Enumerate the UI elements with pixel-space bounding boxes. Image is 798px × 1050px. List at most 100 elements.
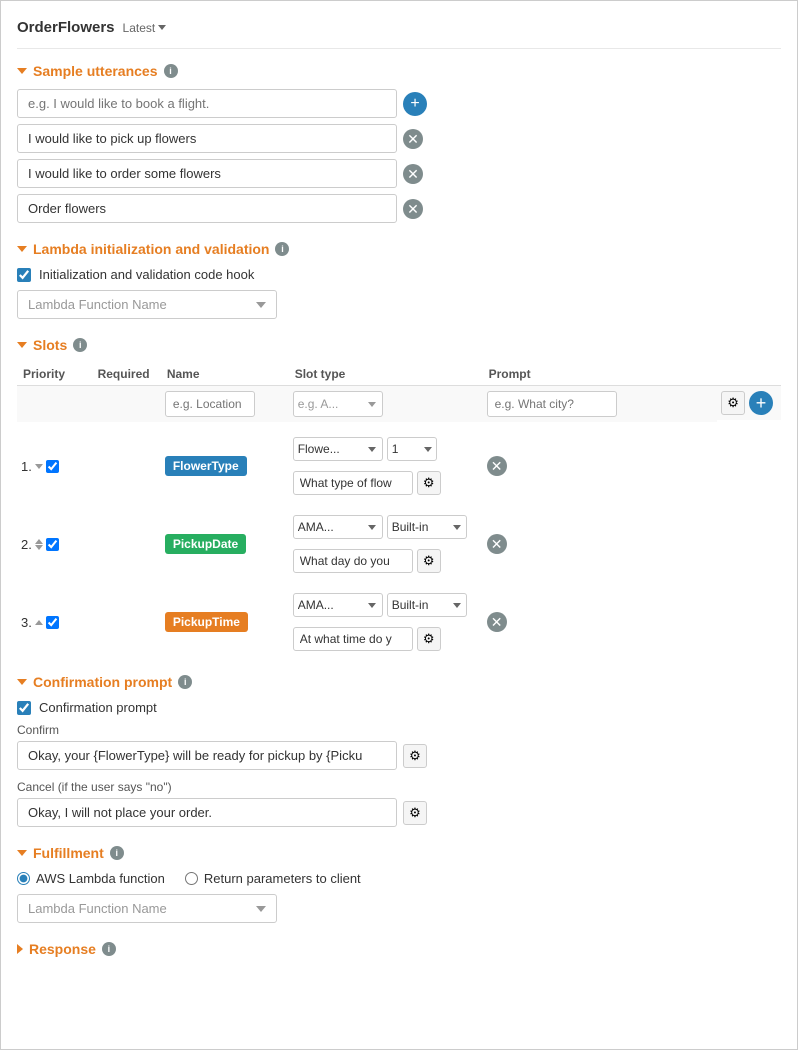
sample-utterances-toggle[interactable]: [17, 68, 27, 74]
new-slot-name-input[interactable]: [165, 391, 255, 417]
confirm-gear-button[interactable]: ⚙: [403, 744, 427, 768]
confirmation-checkbox-row: Confirmation prompt: [17, 700, 781, 715]
confirmation-checkbox-label: Confirmation prompt: [39, 700, 157, 715]
slots-header: Slots i: [17, 337, 781, 353]
lambda-radio[interactable]: [17, 872, 30, 885]
lambda-radio-option[interactable]: AWS Lambda function: [17, 871, 165, 886]
remove-utterance-3-button[interactable]: ✕: [403, 199, 423, 219]
pickuptime-up-arrow[interactable]: [35, 620, 43, 625]
slot-row-flowertype: 1. FlowerType Flowe...: [17, 432, 781, 500]
flowertype-type-select[interactable]: Flowe...: [293, 437, 383, 461]
utterance-input-2[interactable]: [17, 159, 397, 188]
confirmation-header: Confirmation prompt i: [17, 674, 781, 690]
slot-row-pickuptime: 3. PickupTime AMA...: [17, 588, 781, 656]
col-name-header: Name: [161, 363, 289, 386]
pickuptime-type-select[interactable]: AMA...: [293, 593, 383, 617]
fulfillment-toggle-icon: [17, 850, 27, 856]
lambda-checkbox[interactable]: [17, 268, 31, 282]
fulfillment-toggle[interactable]: [17, 850, 27, 856]
flowertype-gear-button[interactable]: ⚙: [417, 471, 441, 495]
sample-utterances-info-icon[interactable]: i: [164, 64, 178, 78]
page-title: OrderFlowers: [17, 19, 115, 36]
pickuptime-prompt-input[interactable]: [293, 627, 413, 651]
lambda-function-select[interactable]: Lambda Function Name: [17, 290, 277, 319]
return-radio-option[interactable]: Return parameters to client: [185, 871, 361, 886]
remove-utterance-1-button[interactable]: ✕: [403, 129, 423, 149]
pickuptime-gear-button[interactable]: ⚙: [417, 627, 441, 651]
slots-toggle[interactable]: [17, 342, 27, 348]
new-slot-type-select[interactable]: e.g. A...: [293, 391, 383, 417]
slots-section: Slots i Priority Required Name Slot type…: [17, 337, 781, 656]
new-slot-gear-button[interactable]: ⚙: [721, 391, 745, 415]
new-utterance-row: +: [17, 89, 781, 118]
new-utterance-input[interactable]: [17, 89, 397, 118]
lambda-radio-label: AWS Lambda function: [36, 871, 165, 886]
col-slottype-header: Slot type: [289, 363, 483, 386]
confirm-input-row: ⚙: [17, 741, 781, 770]
lambda-toggle[interactable]: [17, 246, 27, 252]
fulfillment-header: Fulfillment i: [17, 845, 781, 861]
fulfillment-info-icon[interactable]: i: [110, 846, 124, 860]
col-actions-header: [717, 363, 781, 386]
add-utterance-button[interactable]: +: [403, 92, 427, 116]
pickupdate-down-arrow[interactable]: [35, 545, 43, 550]
flowertype-version-select[interactable]: 1: [387, 437, 437, 461]
response-info-icon[interactable]: i: [102, 942, 116, 956]
version-badge[interactable]: Latest: [123, 21, 167, 35]
lambda-header: Lambda initialization and validation i: [17, 241, 781, 257]
utterance-input-1[interactable]: [17, 124, 397, 153]
remove-flowertype-button[interactable]: ✕: [487, 456, 507, 476]
pickuptime-version-select[interactable]: Built-in: [387, 593, 467, 617]
return-radio-label: Return parameters to client: [204, 871, 361, 886]
flowertype-down-arrow[interactable]: [35, 464, 43, 469]
response-toggle-icon: [17, 944, 23, 954]
sample-utterances-header: Sample utterances i: [17, 63, 781, 79]
return-radio[interactable]: [185, 872, 198, 885]
response-toggle[interactable]: [17, 944, 23, 954]
pickupdate-priority-controls: 2.: [21, 537, 88, 552]
remove-utterance-2-button[interactable]: ✕: [403, 164, 423, 184]
cancel-input-row: ⚙: [17, 798, 781, 827]
flowertype-prompt-input[interactable]: [293, 471, 413, 495]
confirmation-info-icon[interactable]: i: [178, 675, 192, 689]
lambda-info-icon[interactable]: i: [275, 242, 289, 256]
remove-pickupdate-button[interactable]: ✕: [487, 534, 507, 554]
confirmation-section: Confirmation prompt i Confirmation promp…: [17, 674, 781, 827]
flowertype-priority-controls: 1.: [21, 459, 88, 474]
slots-info-icon[interactable]: i: [73, 338, 87, 352]
page-header: OrderFlowers Latest: [17, 11, 781, 49]
add-slot-button[interactable]: +: [749, 391, 773, 415]
pickupdate-required-checkbox[interactable]: [46, 538, 59, 551]
fulfillment-section: Fulfillment i AWS Lambda function Return…: [17, 845, 781, 923]
pickupdate-gear-button[interactable]: ⚙: [417, 549, 441, 573]
flowertype-required-checkbox[interactable]: [46, 460, 59, 473]
flowertype-priority-num: 1.: [21, 459, 32, 474]
confirmation-toggle[interactable]: [17, 679, 27, 685]
utterance-item-3: ✕: [17, 194, 781, 223]
confirm-text-input[interactable]: [17, 741, 397, 770]
lambda-checkbox-row: Initialization and validation code hook: [17, 267, 781, 282]
confirm-label: Confirm: [17, 723, 781, 737]
confirmation-checkbox[interactable]: [17, 701, 31, 715]
fulfillment-function-select[interactable]: Lambda Function Name: [17, 894, 277, 923]
pickuptime-sort-arrows: [35, 620, 43, 625]
new-slot-prompt-input[interactable]: [487, 391, 617, 417]
cancel-text-input[interactable]: [17, 798, 397, 827]
pickupdate-type-select[interactable]: AMA...: [293, 515, 383, 539]
pickupdate-prompt-input[interactable]: [293, 549, 413, 573]
utterance-input-3[interactable]: [17, 194, 397, 223]
pickuptime-priority-controls: 3.: [21, 615, 88, 630]
slots-toggle-icon: [17, 342, 27, 348]
utterance-item-2: ✕: [17, 159, 781, 188]
lambda-section: Lambda initialization and validation i I…: [17, 241, 781, 319]
pickuptime-required-checkbox[interactable]: [46, 616, 59, 629]
pickupdate-version-select[interactable]: Built-in: [387, 515, 467, 539]
cancel-label: Cancel (if the user says "no"): [17, 780, 781, 794]
pickupdate-priority-num: 2.: [21, 537, 32, 552]
cancel-gear-button[interactable]: ⚙: [403, 801, 427, 825]
remove-pickuptime-button[interactable]: ✕: [487, 612, 507, 632]
pickupdate-up-arrow[interactable]: [35, 539, 43, 544]
lambda-toggle-icon: [17, 246, 27, 252]
flowertype-sort-arrows: [35, 464, 43, 469]
fulfillment-radio-row: AWS Lambda function Return parameters to…: [17, 871, 781, 886]
